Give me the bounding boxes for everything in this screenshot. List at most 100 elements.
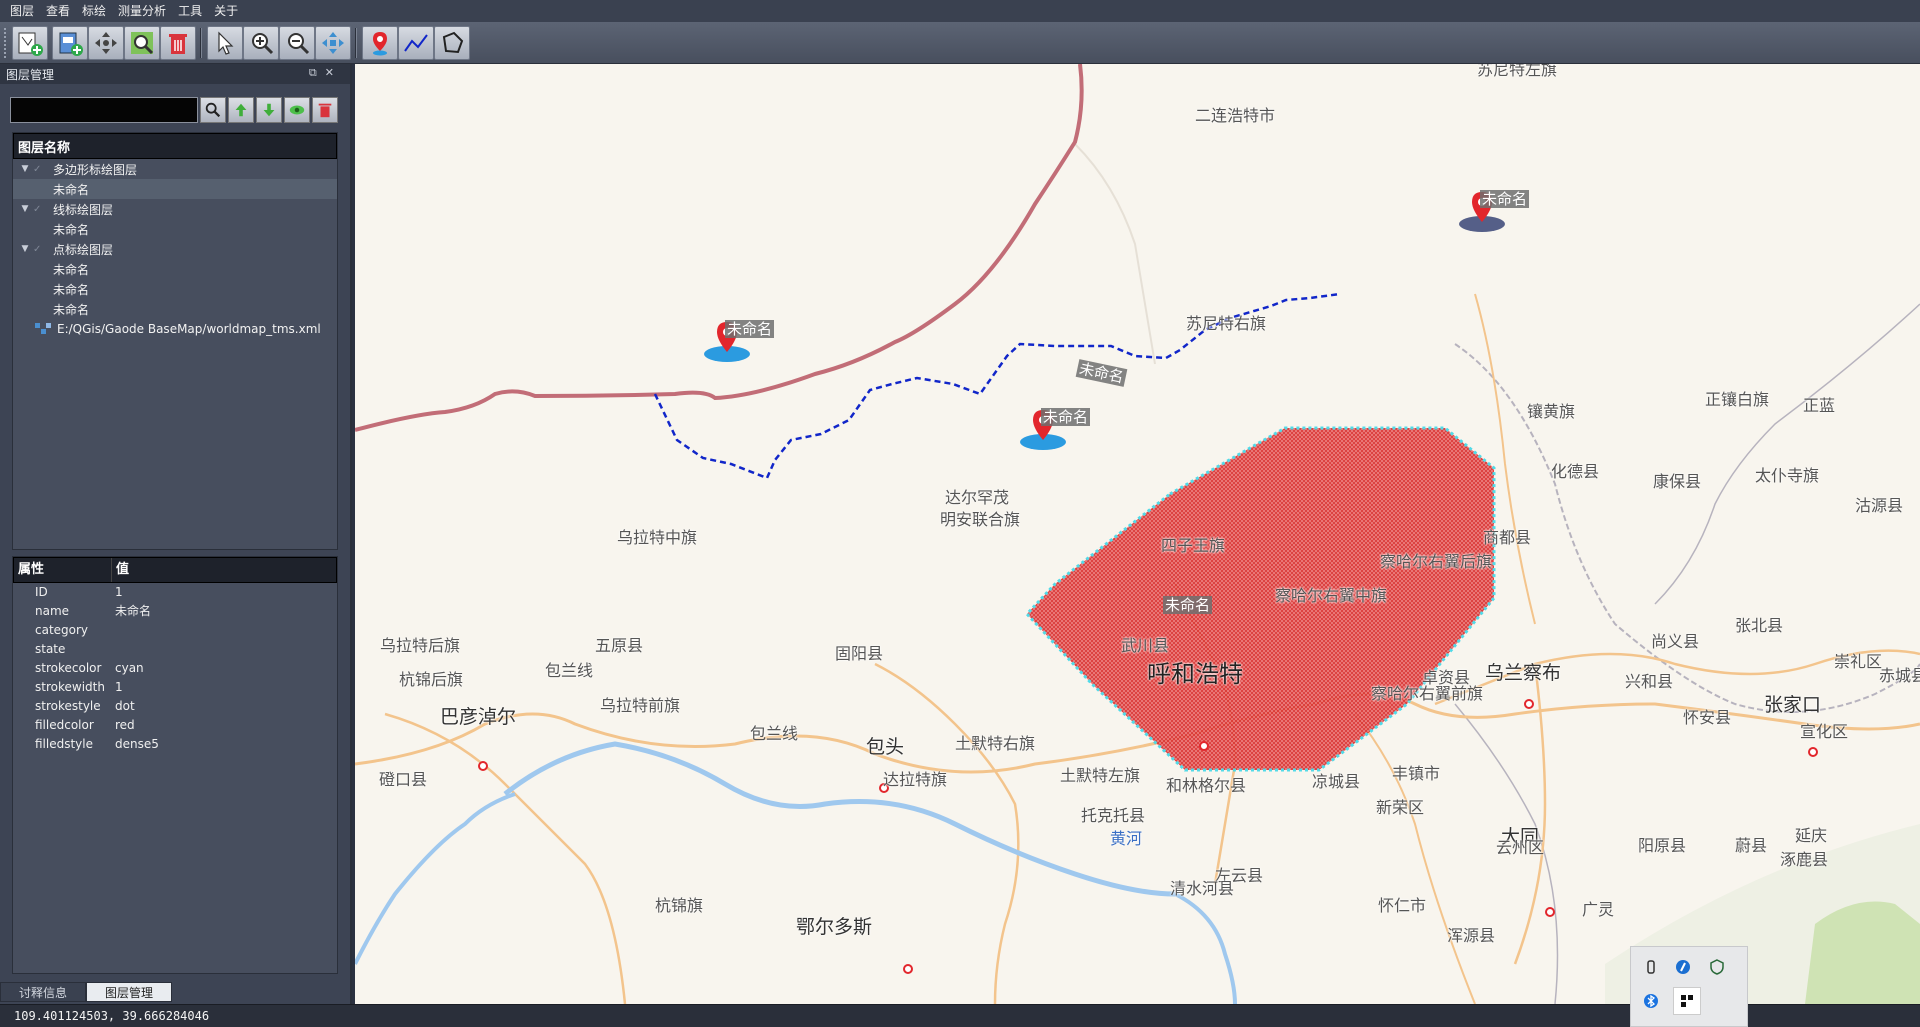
menu-item-5[interactable]: 关于: [208, 0, 244, 22]
place-label: 土默特右旗: [955, 734, 1036, 753]
draw-polygon-button[interactable]: [434, 26, 470, 60]
identify-button[interactable]: [315, 26, 351, 60]
attribute-value[interactable]: dense5: [111, 735, 159, 754]
select-button[interactable]: [207, 26, 243, 60]
attribute-value[interactable]: red: [111, 716, 135, 735]
toggle-visibility-button[interactable]: [284, 97, 310, 123]
city-dot: [1808, 747, 1818, 757]
zoom-in-button[interactable]: [243, 26, 279, 60]
tree-feature-item[interactable]: 未命名: [13, 259, 337, 279]
cursor-icon: [218, 31, 234, 55]
remove-layer-button[interactable]: [312, 97, 338, 123]
usb-icon[interactable]: [1641, 957, 1661, 977]
toolbar-grip[interactable]: [4, 28, 8, 58]
expand-caret-icon[interactable]: ▼: [17, 244, 33, 254]
add-raster-layer-button[interactable]: [52, 26, 88, 60]
place-label: 蔚县: [1735, 836, 1768, 855]
zoom-out-button[interactable]: [279, 26, 315, 60]
place-label: 镶黄旗: [1527, 402, 1576, 421]
tree-feature-item[interactable]: 未命名: [13, 179, 337, 199]
place-label: 乌兰察布: [1485, 662, 1562, 684]
visibility-check-icon[interactable]: ✓: [33, 204, 47, 215]
tab-annotation-info[interactable]: 讨释信息: [0, 982, 87, 1002]
city-dot: [1524, 699, 1534, 709]
tab-layer-manager[interactable]: 图层管理: [86, 982, 173, 1002]
windows-app-icon[interactable]: [1673, 987, 1701, 1015]
attribute-value[interactable]: [111, 621, 115, 640]
place-label: 涿鹿县: [1780, 850, 1829, 869]
place-label: 凉城县: [1312, 772, 1361, 791]
place-label: 杭锦后旗: [399, 670, 464, 689]
place-label: 丰镇市: [1392, 764, 1441, 783]
attribute-row[interactable]: state: [13, 640, 337, 659]
expand-caret-icon[interactable]: ▼: [17, 204, 33, 214]
attribute-key: filledcolor: [35, 718, 94, 732]
attribute-value[interactable]: 未命名: [111, 602, 151, 621]
attribute-row[interactable]: filledstyle dense5: [13, 735, 337, 754]
tree-item-label: E:/QGis/Gaode BaseMap/worldmap_tms.xml: [57, 322, 321, 336]
place-label: 太仆寺旗: [1755, 466, 1820, 485]
attribute-value[interactable]: cyan: [111, 659, 144, 678]
place-label: 四子王旗: [1161, 536, 1226, 555]
expand-caret-icon[interactable]: ▼: [17, 164, 33, 174]
place-label: 乌拉特后旗: [380, 636, 461, 655]
menu-item-2[interactable]: 标绘: [76, 0, 112, 22]
pan-button[interactable]: [88, 26, 124, 60]
place-label: 怀仁市: [1378, 896, 1427, 915]
system-tray-overflow: [1630, 946, 1748, 1027]
attribute-row[interactable]: category: [13, 621, 337, 640]
tree-feature-item[interactable]: 未命名: [13, 299, 337, 319]
float-icon[interactable]: ⧉: [309, 66, 325, 79]
draw-line-button[interactable]: [398, 26, 434, 60]
tree-feature-item[interactable]: 未命名: [13, 279, 337, 299]
attribute-row[interactable]: strokestyle dot: [13, 697, 337, 716]
place-label: 托克托县: [1081, 806, 1146, 825]
tree-layer-item[interactable]: E:/QGis/Gaode BaseMap/worldmap_tms.xml: [13, 319, 337, 339]
place-label: 和林格尔县: [1166, 776, 1247, 795]
attribute-row[interactable]: filledcolor red: [13, 716, 337, 735]
search-button[interactable]: [200, 97, 226, 123]
zoom-full-button[interactable]: [124, 26, 160, 60]
app-icon[interactable]: [1673, 957, 1693, 977]
raster-layer-icon: [35, 323, 51, 334]
tree-body: ▼ ✓ 多边形标绘图层 未命名 ▼ ✓ 线标绘图层 未命名 ▼ ✓ 点标绘图层 未命名 未命名 未命名 E:…: [13, 159, 337, 339]
visibility-check-icon[interactable]: ✓: [33, 244, 47, 255]
add-vector-layer-button[interactable]: [12, 26, 48, 60]
place-label: 鄂尔多斯: [796, 916, 873, 938]
zoom-in-icon: [252, 33, 274, 55]
toolbar-separator: [200, 28, 202, 58]
bluetooth-icon[interactable]: [1641, 991, 1661, 1011]
shield-icon[interactable]: [1707, 957, 1727, 977]
attribute-value[interactable]: dot: [111, 697, 135, 716]
polygon-annotation[interactable]: [1024, 426, 1496, 772]
layer-search-input[interactable]: [10, 97, 198, 123]
features-layer: [478, 292, 1818, 974]
move-down-button[interactable]: [256, 97, 282, 123]
attribute-value[interactable]: 1: [111, 583, 123, 602]
menu-item-4[interactable]: 工具: [172, 0, 208, 22]
tree-layer-item[interactable]: ▼ ✓ 多边形标绘图层: [13, 159, 337, 179]
attribute-value[interactable]: 1: [111, 678, 123, 697]
tree-layer-item[interactable]: ▼ ✓ 线标绘图层: [13, 199, 337, 219]
menu-item-1[interactable]: 查看: [40, 0, 76, 22]
tree-feature-item[interactable]: 未命名: [13, 219, 337, 239]
delete-layer-button[interactable]: [160, 26, 196, 60]
menu-item-3[interactable]: 测量分析: [112, 0, 172, 22]
attribute-key: state: [35, 642, 66, 656]
attribute-key: strokecolor: [35, 661, 102, 675]
attribute-row[interactable]: name 未命名: [13, 602, 337, 621]
place-label: 张家口: [1764, 694, 1822, 716]
attribute-value[interactable]: [111, 640, 115, 659]
main-toolbar: [0, 22, 1920, 64]
move-up-button[interactable]: [228, 97, 254, 123]
attribute-row[interactable]: strokecolor cyan: [13, 659, 337, 678]
place-label: 化德县: [1551, 462, 1600, 481]
close-icon[interactable]: ✕: [325, 66, 342, 79]
attribute-row[interactable]: strokewidth 1: [13, 678, 337, 697]
attribute-row[interactable]: ID 1: [13, 583, 337, 602]
menu-item-0[interactable]: 图层: [4, 0, 40, 22]
tree-layer-item[interactable]: ▼ ✓ 点标绘图层: [13, 239, 337, 259]
draw-point-button[interactable]: [362, 26, 398, 60]
visibility-check-icon[interactable]: ✓: [33, 164, 47, 175]
map-canvas[interactable]: 二连浩特市 苏尼特左旗 苏尼特右旗 镶黄旗 正镶白旗 正蓝 化德县 康保县 太仆寺旗 沽源县 商都县…: [355, 64, 1920, 1004]
